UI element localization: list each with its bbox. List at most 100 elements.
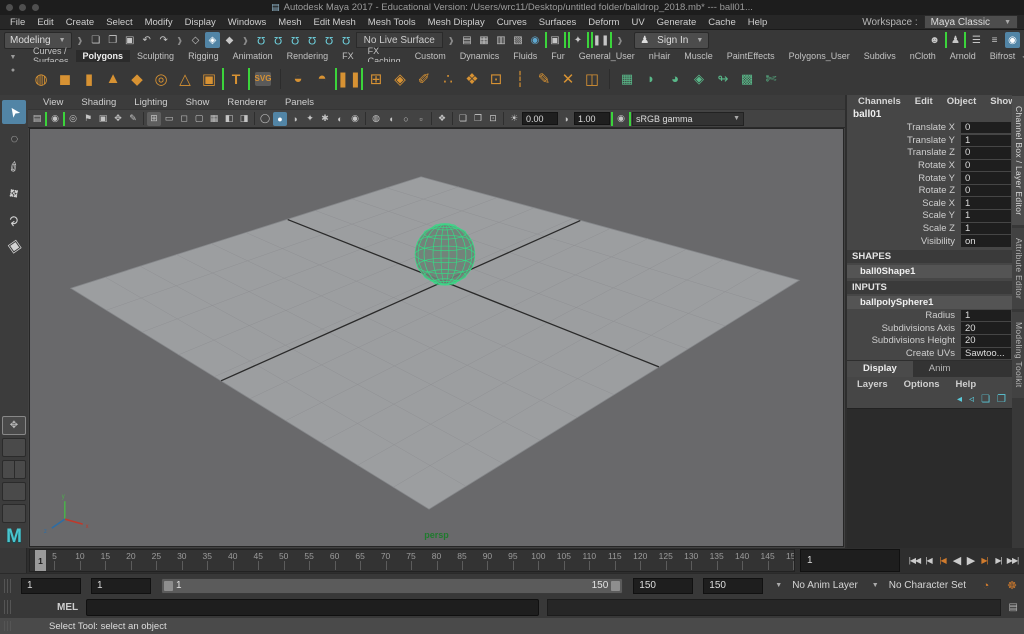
isolate-select-icon[interactable]: ⊡ (486, 112, 500, 126)
frame-tick-80[interactable]: 80 (412, 550, 437, 571)
channel-label-radius[interactable]: Radius (847, 310, 961, 321)
frame-tick-10[interactable]: 10 (55, 550, 80, 571)
layer-tab-display[interactable]: Display (847, 361, 913, 377)
colorspace-dropdown[interactable]: sRGB gamma▼ (632, 112, 744, 126)
command-input[interactable] (86, 599, 539, 616)
viewport-camera-icon[interactable]: ▤ (30, 112, 44, 126)
section-collapse-icon[interactable]: ❱ (74, 36, 87, 45)
play-forwards-button[interactable]: ▶ (964, 551, 977, 570)
current-frame-field[interactable]: 1 (800, 549, 900, 572)
look-dev-icon[interactable]: ▣ (545, 32, 566, 48)
shelf-tab-fur[interactable]: Fur (544, 50, 572, 62)
poly-torus-icon[interactable]: ◎ (150, 68, 172, 90)
frame-tick-25[interactable]: 25 (132, 550, 157, 571)
menu-edit-mesh[interactable]: Edit Mesh (308, 17, 362, 28)
frame-tick-20[interactable]: 20 (106, 550, 131, 571)
shelf-menu-icon[interactable]: ▼ (10, 54, 17, 61)
channel-label-translate-z[interactable]: Translate Z (847, 147, 961, 158)
multi-cut-icon[interactable]: ✐ (413, 68, 435, 90)
menu-uv[interactable]: UV (625, 17, 650, 28)
side-tab-channel-box-layer-editor[interactable]: Channel Box / Layer Editor (1012, 96, 1024, 225)
play-backwards-button[interactable]: ◀ (950, 551, 963, 570)
bridge-icon[interactable]: ◫ (581, 68, 603, 90)
panel-menu-show[interactable]: Show (177, 97, 219, 108)
wireframe-icon[interactable]: ◯ (258, 112, 272, 126)
poly-sphere-object[interactable] (415, 224, 475, 286)
default-material-icon[interactable]: ▫ (414, 112, 428, 126)
smooth-shade-icon[interactable]: ● (273, 112, 287, 126)
exposure-field[interactable]: 0.00 (522, 112, 558, 125)
panel-menu-shading[interactable]: Shading (72, 97, 125, 108)
menu-modify[interactable]: Modify (139, 17, 179, 28)
redo-icon[interactable]: ↷ (156, 32, 171, 48)
close-window-button[interactable] (6, 4, 13, 11)
new-empty-layer-icon[interactable]: ❏ (981, 394, 990, 405)
frame-tick-130[interactable]: 130 (667, 550, 692, 571)
image-plane-icon[interactable]: ▣ (96, 112, 110, 126)
combine-icon[interactable]: ❚❚ (335, 68, 363, 90)
type-tool-icon[interactable]: T (222, 68, 250, 90)
workspace-dropdown[interactable]: Maya Classic▼ (924, 15, 1018, 29)
frame-tick-35[interactable]: 35 (183, 550, 208, 571)
frame-tick-105[interactable]: 105 (539, 550, 564, 571)
frame-tick-120[interactable]: 120 (616, 550, 641, 571)
script-editor-icon[interactable]: ▤ (1009, 602, 1020, 613)
modeling-toolkit-toggle-icon[interactable]: ☻ (927, 32, 942, 48)
cut-uv-icon[interactable]: ✄ (760, 68, 782, 90)
layer-menu-options[interactable]: Options (896, 379, 948, 390)
command-language-toggle[interactable]: MEL (57, 602, 78, 613)
automatic-projection-icon[interactable]: ◈ (688, 68, 710, 90)
playback-end-field[interactable]: 150 (633, 578, 693, 594)
frame-tick-30[interactable]: 30 (157, 550, 182, 571)
planar-projection-icon[interactable]: ▦ (616, 68, 638, 90)
four-pane-layout-button[interactable] (2, 438, 26, 457)
undo-icon[interactable]: ↶ (139, 32, 154, 48)
channel-label-scale-x[interactable]: Scale X (847, 198, 961, 209)
select-by-hierarchy-icon[interactable]: ◇ (188, 32, 203, 48)
range-grip[interactable] (4, 579, 11, 593)
menu-display[interactable]: Display (179, 17, 222, 28)
render-view-icon[interactable]: ▤ (460, 32, 475, 48)
range-start-handle[interactable] (164, 581, 173, 591)
spherical-projection-icon[interactable]: ◕ (664, 68, 686, 90)
layer-up-icon[interactable]: ◃ (969, 394, 974, 405)
section-collapse-icon[interactable]: ❱ (239, 36, 252, 45)
frame-tick-100[interactable]: 100 (514, 550, 539, 571)
menu-mesh-tools[interactable]: Mesh Tools (362, 17, 422, 28)
menu-surfaces[interactable]: Surfaces (533, 17, 583, 28)
poly-plane-icon[interactable]: ◆ (126, 68, 148, 90)
auto-keyframe-icon[interactable]: ◔ (978, 580, 994, 592)
menu-deform[interactable]: Deform (582, 17, 625, 28)
snap-to-projected-center-icon[interactable]: Ω (305, 32, 320, 48)
svg-tool-icon[interactable]: SVG (255, 72, 271, 86)
channel-value-subdivisions-height[interactable]: 20 (961, 335, 1011, 347)
scale-tool[interactable]: ▣ (2, 235, 26, 259)
spread-icon[interactable]: ❖ (461, 68, 483, 90)
select-by-component-icon[interactable]: ◆ (222, 32, 237, 48)
attribute-editor-toggle-icon[interactable]: ☰ (969, 32, 984, 48)
cylindrical-projection-icon[interactable]: ◗ (640, 68, 662, 90)
shape-node-name[interactable]: ball0Shape1 (847, 265, 1014, 278)
shelf-tab-muscle[interactable]: Muscle (677, 50, 720, 62)
layer-tab-anim[interactable]: Anim (913, 361, 967, 377)
shelf-tab-nhair[interactable]: nHair (642, 50, 678, 62)
make-live-icon[interactable]: Ω (339, 32, 354, 48)
move-tool[interactable]: ✥ (2, 181, 26, 205)
shelf-tab-fx-caching[interactable]: FX Caching (361, 50, 408, 62)
stereo-icon[interactable]: ❐ (471, 112, 485, 126)
camera-attributes-icon[interactable]: ◎ (66, 112, 80, 126)
sculpt-tool-icon[interactable]: ◈ (389, 68, 411, 90)
animation-start-field[interactable]: 1 (21, 578, 81, 594)
frame-tick-75[interactable]: 75 (387, 550, 412, 571)
frame-tick-125[interactable]: 125 (641, 550, 666, 571)
shelf-tab-sculpting[interactable]: Sculpting (130, 50, 181, 62)
append-polygon-icon[interactable]: ✎ (533, 68, 555, 90)
contrast-icon[interactable]: ◑ (559, 112, 573, 126)
bookmark-icon[interactable]: ⚑ (81, 112, 95, 126)
exposure-icon[interactable]: ☀ (507, 112, 521, 126)
channel-value-subdivisions-axis[interactable]: 20 (961, 322, 1011, 334)
timeline-grip[interactable] (0, 548, 27, 573)
shelf-tab-general-user[interactable]: General_User (572, 50, 642, 62)
single-pane-layout-button[interactable] (2, 416, 26, 435)
quad-draw-icon[interactable]: ⊞ (365, 68, 387, 90)
